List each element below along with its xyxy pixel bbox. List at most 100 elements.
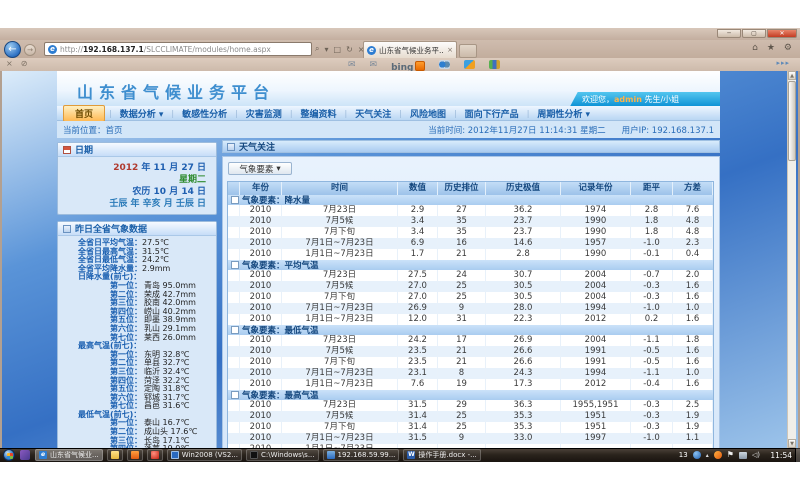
show-desktop-button[interactable] (795, 448, 800, 462)
table-row[interactable]: 20107月1日~7月23日26.9928.01994-1.01.0 (228, 303, 713, 314)
table-row[interactable]: 20107月1日~7月23日6.91614.61957-1.02.3 (228, 238, 713, 249)
mail2-icon[interactable]: ✉ (370, 60, 378, 70)
addon-icon[interactable] (489, 60, 500, 69)
page-scrollbar[interactable]: ▲ ▼ (787, 71, 796, 448)
binoculars-icon[interactable] (439, 60, 450, 69)
table-row[interactable]: 20107月1日~7月23日23.1824.31994-1.11.0 (228, 368, 713, 379)
table-cell: 12.0 (398, 314, 438, 325)
table-row[interactable]: 20107月23日27.52430.72004-0.72.0 (228, 270, 713, 281)
antivirus-icon[interactable] (714, 451, 722, 459)
taskbar-button-4[interactable] (147, 449, 163, 461)
table-cell: 1.6 (673, 346, 713, 357)
menu-item-2[interactable]: 数据分析 ▾ (112, 107, 172, 120)
taskbar-button-3[interactable] (127, 449, 143, 461)
table-cell: 1.0 (673, 303, 713, 314)
expand-box-icon[interactable] (231, 196, 239, 204)
table-group-row[interactable]: 气象要素：最高气温 (228, 390, 713, 400)
favorites-icon[interactable]: ★ (767, 43, 775, 53)
table-row[interactable]: 20107月下旬3.43523.719901.84.8 (228, 227, 713, 238)
new-tab-button[interactable] (459, 44, 477, 58)
menu-item-4[interactable]: 灾害监测 (238, 107, 290, 120)
menu-item-7[interactable]: 风险地图 (402, 107, 454, 120)
table-group-row[interactable]: 气象要素：最低气温 (228, 325, 713, 335)
address-bar[interactable]: e http://192.168.137.1/SLCCLIMATE/module… (44, 42, 312, 56)
home-icon[interactable]: ⌂ (752, 43, 758, 53)
url-text[interactable]: http://192.168.137.1/SLCCLIMATE/modules/… (60, 45, 271, 54)
close-toolbar-icon[interactable]: × (6, 59, 13, 68)
menu-bar: 首页|数据分析 ▾|敏感性分析|灾害监测|整编资料|天气关注|风险地图|面向下行… (57, 106, 720, 121)
menu-item-8[interactable]: 面向下行产品 (457, 107, 527, 120)
hidden-icons-caret[interactable]: ▴ (706, 452, 709, 459)
table-row[interactable]: 20107月5候3.43523.719901.84.8 (228, 216, 713, 227)
expand-box-icon[interactable] (231, 326, 239, 334)
table-row[interactable]: 20107月下旬23.52126.61991-0.51.6 (228, 357, 713, 368)
menu-item-3[interactable]: 敏感性分析 (174, 107, 235, 120)
back-button[interactable]: ← (4, 41, 21, 58)
table-cell: 31.4 (398, 411, 438, 422)
table-row[interactable]: 20107月5候31.42535.31951-0.31.9 (228, 411, 713, 422)
tab-close-icon[interactable]: × (447, 46, 453, 54)
table-row[interactable]: 20107月下旬27.02530.52004-0.31.6 (228, 292, 713, 303)
scroll-down-icon[interactable]: ▼ (788, 439, 796, 448)
table-cell: 21 (438, 346, 486, 357)
start-button[interactable] (3, 449, 15, 461)
mail-icon[interactable]: ✉ (348, 60, 356, 70)
maximize-button[interactable]: ▢ (742, 29, 766, 38)
row-cell-spacer (228, 205, 240, 216)
pinned-app-icon[interactable] (20, 450, 30, 460)
tray-badge: 13 (679, 451, 688, 459)
taskbar-button-2[interactable] (107, 449, 123, 461)
ime-icon[interactable] (693, 451, 701, 459)
close-button[interactable]: ✕ (767, 29, 797, 38)
table-row[interactable]: 20107月1日~7月23日31.5933.01997-1.01.1 (228, 433, 713, 444)
table-cell: 2.5 (673, 400, 713, 411)
scrollbar-thumb[interactable] (788, 81, 796, 161)
table-group-row[interactable]: 气象要素：降水量 (228, 195, 713, 205)
network-icon[interactable] (739, 452, 747, 459)
refresh-icon[interactable]: ↻ (346, 45, 353, 54)
taskbar-button-8[interactable]: W操作手册.docx -... (403, 449, 480, 461)
table-cell: 2010 (240, 270, 282, 281)
table-group-row[interactable]: 气象要素：平均气温 (228, 260, 713, 270)
menu-item-1[interactable]: 首页 (63, 105, 105, 122)
yesterday-weather-panel: 昨日全省气象数据 全省日平均气温：27.5℃全省日最高气温：31.5℃全省日最低… (57, 221, 217, 448)
table-cell: 1951 (561, 411, 631, 422)
scroll-up-icon[interactable]: ▲ (788, 71, 796, 80)
table-row[interactable]: 20107月下旬31.42535.31951-0.31.9 (228, 422, 713, 433)
taskbar-button-6[interactable]: C:\Windows\s... (246, 449, 319, 461)
table-row[interactable]: 20107月5候23.52126.61991-0.51.6 (228, 346, 713, 357)
compatibility-icon[interactable]: □ (334, 45, 342, 54)
expand-box-icon[interactable] (231, 261, 239, 269)
table-cell: 4.8 (673, 216, 713, 227)
menu-item-9[interactable]: 周期性分析 ▾ (529, 107, 598, 120)
table-row[interactable]: 20107月23日2.92736.219742.87.6 (228, 205, 713, 216)
table-cell: 1991 (561, 357, 631, 368)
taskbar-button-7[interactable]: 192.168.59.99... (323, 449, 400, 461)
speaker-icon[interactable]: ◁) (752, 451, 760, 459)
table-cell: -1.1 (631, 335, 673, 346)
rank-value: 莱西 26.0mm (144, 334, 196, 343)
weather-app-icon[interactable] (464, 60, 475, 69)
table-cell: 23.5 (398, 357, 438, 368)
expand-box-icon[interactable] (231, 391, 239, 399)
action-center-flag-icon[interactable]: ⚑ (727, 451, 734, 459)
weather-focus-header: 天气关注 (222, 140, 720, 153)
tools-icon[interactable]: ⚙ (784, 43, 792, 53)
blocked-icon[interactable]: ⊘ (21, 59, 28, 68)
taskbar-clock[interactable]: 11:54 (770, 451, 792, 460)
search-icon[interactable]: ⌕ (315, 44, 319, 54)
remote-icon (327, 451, 335, 459)
table-row[interactable]: 20107月5候27.02530.52004-0.31.6 (228, 281, 713, 292)
table-row[interactable]: 20107月23日24.21726.92004-1.11.8 (228, 335, 713, 346)
more-tools-icon[interactable]: ▸▸▸ (776, 59, 790, 67)
table-cell: 26.6 (486, 346, 561, 357)
minimize-button[interactable]: ─ (717, 29, 741, 38)
taskbar-button-1[interactable]: e山东省气候业... (35, 449, 103, 461)
element-filter-button[interactable]: 气象要素 ▾ (228, 162, 292, 175)
autocomplete-dropdown-icon[interactable]: ▾ (324, 45, 328, 54)
menu-item-5[interactable]: 整编资料 (293, 107, 345, 120)
taskbar-button-5[interactable]: Win2008 (VS2... (167, 449, 242, 461)
forward-button[interactable]: → (24, 44, 36, 56)
menu-item-6[interactable]: 天气关注 (347, 107, 399, 120)
table-row[interactable]: 20107月23日31.52936.31955,1951-0.32.5 (228, 400, 713, 411)
